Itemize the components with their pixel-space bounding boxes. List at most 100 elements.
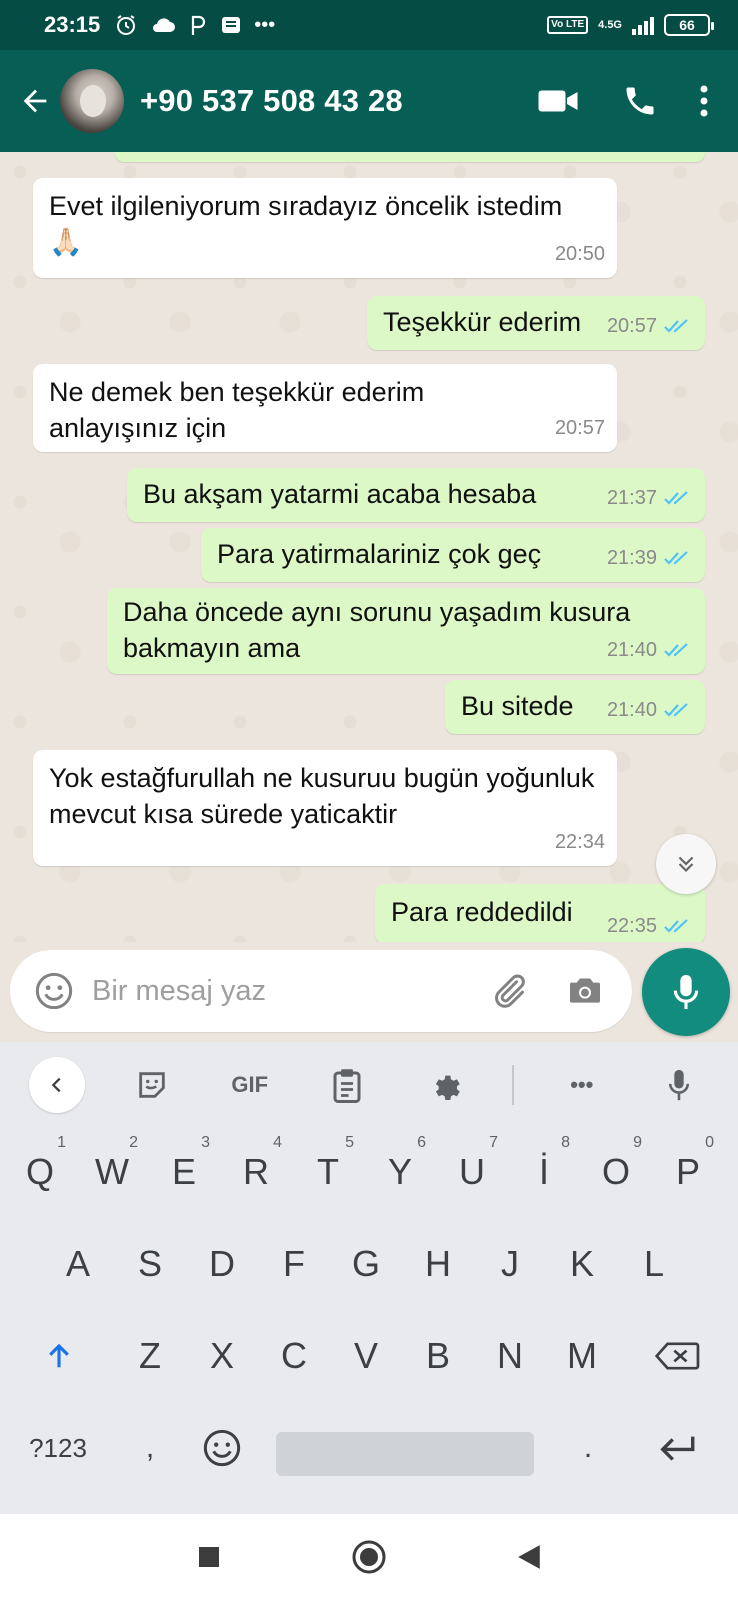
key-x[interactable]: X	[186, 1316, 258, 1396]
key-f[interactable]: F	[258, 1224, 330, 1304]
message-composer	[10, 950, 632, 1032]
camera-button[interactable]	[556, 962, 614, 1020]
key-s[interactable]: S	[114, 1224, 186, 1304]
key-j[interactable]: J	[474, 1224, 546, 1304]
read-ticks-icon	[664, 491, 688, 505]
contact-name[interactable]: +90 537 508 43 28	[140, 83, 403, 119]
key-t[interactable]: T5	[294, 1132, 362, 1212]
keyboard-row-3: Z X C V B N M	[0, 1316, 738, 1408]
keyboard-row-2: A S D F G H J K L	[0, 1224, 738, 1316]
key-z[interactable]: Z	[114, 1316, 186, 1396]
message-bubble-incoming[interactable]: Yok estağfurullah ne kusuruu bugün yoğun…	[33, 750, 617, 866]
key-u[interactable]: U7	[438, 1132, 506, 1212]
emoji-button[interactable]	[24, 961, 84, 1021]
more-notifications-icon: •••	[254, 13, 276, 36]
chat-area[interactable]: Evet ilgileniyorum sıradayız öncelik ist…	[0, 152, 738, 942]
period-key[interactable]: .	[552, 1408, 624, 1488]
contact-avatar[interactable]	[60, 69, 124, 133]
message-bubble-outgoing[interactable]: Daha öncede aynı sorunu yaşadım kusura b…	[107, 588, 705, 674]
back-nav-button[interactable]	[499, 1527, 559, 1587]
shift-key[interactable]	[20, 1316, 98, 1396]
emoji-key[interactable]	[186, 1408, 258, 1488]
more-vertical-icon	[700, 85, 708, 117]
message-bubble-outgoing[interactable]: Bu sitede 21:40	[445, 680, 705, 734]
message-meta: 22:35	[607, 908, 693, 942]
message-bubble-outgoing[interactable]: Teşekkür ederim 20:57	[367, 296, 705, 350]
key-y[interactable]: Y6	[366, 1132, 434, 1212]
voice-message-button[interactable]	[642, 948, 730, 1036]
smiley-icon	[203, 1429, 241, 1467]
sticker-button[interactable]	[122, 1055, 182, 1115]
key-o[interactable]: O9	[582, 1132, 650, 1212]
message-meta: 21:39	[607, 540, 693, 576]
key-e[interactable]: E3	[150, 1132, 218, 1212]
recents-button[interactable]	[179, 1527, 239, 1587]
message-meta: 20:50	[555, 236, 605, 272]
scroll-to-bottom-button[interactable]	[656, 834, 716, 894]
volte-icon: Vo LTE	[547, 16, 589, 34]
message-input[interactable]	[92, 974, 452, 1008]
key-b[interactable]: B	[402, 1316, 474, 1396]
network-type: 4.5G	[598, 18, 622, 31]
space-key[interactable]	[276, 1432, 534, 1476]
message-bubble-outgoing[interactable]: Bu akşam yatarmi acaba hesaba 21:37	[127, 468, 705, 522]
attach-button[interactable]	[480, 962, 538, 1020]
voice-call-button[interactable]	[608, 69, 672, 133]
key-k[interactable]: K	[546, 1224, 618, 1304]
backspace-key[interactable]	[636, 1316, 718, 1396]
phone-icon	[626, 87, 654, 115]
video-camera-icon	[538, 90, 578, 112]
keyboard-row-1: Q1 W2 E3 R4 T5 Y6 U7 İ8 O9 P0	[0, 1132, 738, 1224]
p-app-icon	[192, 15, 206, 35]
home-button[interactable]	[339, 1527, 399, 1587]
key-v[interactable]: V	[330, 1316, 402, 1396]
gif-button[interactable]: GIF	[220, 1055, 280, 1115]
video-call-button[interactable]	[526, 69, 590, 133]
microphone-icon	[669, 1069, 690, 1101]
comma-key[interactable]: ,	[114, 1408, 186, 1488]
message-app-icon	[222, 17, 241, 33]
message-text: Yok estağfurullah ne kusuruu bugün yoğun…	[49, 763, 595, 829]
status-bar: 23:15 ••• Vo LTE 4.5G 66	[0, 0, 738, 50]
message-bubble-incoming[interactable]: Evet ilgileniyorum sıradayız öncelik ist…	[33, 178, 617, 278]
clipboard-button[interactable]	[317, 1055, 377, 1115]
key-hint: 5	[345, 1134, 354, 1151]
enter-icon	[660, 1436, 695, 1461]
key-g[interactable]: G	[330, 1224, 402, 1304]
chevron-left-icon	[51, 1077, 61, 1093]
key-r[interactable]: R4	[222, 1132, 290, 1212]
key-p[interactable]: P0	[654, 1132, 722, 1212]
key-i-dotted[interactable]: İ8	[510, 1132, 578, 1212]
key-n[interactable]: N	[474, 1316, 546, 1396]
key-m[interactable]: M	[546, 1316, 618, 1396]
chat-header: +90 537 508 43 28	[0, 50, 738, 152]
key-hint: 0	[705, 1134, 714, 1151]
back-button[interactable]	[10, 71, 60, 131]
key-h[interactable]: H	[402, 1224, 474, 1304]
key-w[interactable]: W2	[78, 1132, 146, 1212]
message-bubble-partial	[115, 152, 705, 162]
double-chevron-down-icon	[678, 856, 694, 873]
enter-key[interactable]	[636, 1408, 718, 1488]
key-hint: 1	[57, 1134, 66, 1151]
message-meta: 22:34	[555, 824, 605, 860]
keyboard-collapse-button[interactable]	[28, 1057, 85, 1113]
keyboard-more-button[interactable]: •••	[552, 1055, 612, 1115]
message-bubble-outgoing[interactable]: Para yatirmalariniz çok geç 21:39	[201, 528, 705, 582]
keyboard-settings-button[interactable]	[415, 1055, 475, 1115]
key-hint: 7	[489, 1134, 498, 1151]
key-q[interactable]: Q1	[6, 1132, 74, 1212]
message-time: 21:39	[606, 547, 657, 569]
message-time: 21:37	[606, 487, 657, 509]
key-c[interactable]: C	[258, 1316, 330, 1396]
read-ticks-icon	[664, 643, 688, 657]
voice-typing-button[interactable]	[649, 1055, 709, 1115]
message-bubble-incoming[interactable]: Ne demek ben teşekkür ederim anlayışınız…	[33, 364, 617, 452]
overflow-menu-button[interactable]	[684, 69, 724, 133]
key-d[interactable]: D	[186, 1224, 258, 1304]
symbols-key[interactable]: ?123	[10, 1408, 106, 1488]
key-l[interactable]: L	[618, 1224, 690, 1304]
key-a[interactable]: A	[42, 1224, 114, 1304]
message-bubble-outgoing[interactable]: Para reddedildi 22:35	[375, 884, 705, 942]
alarm-icon	[117, 15, 136, 35]
